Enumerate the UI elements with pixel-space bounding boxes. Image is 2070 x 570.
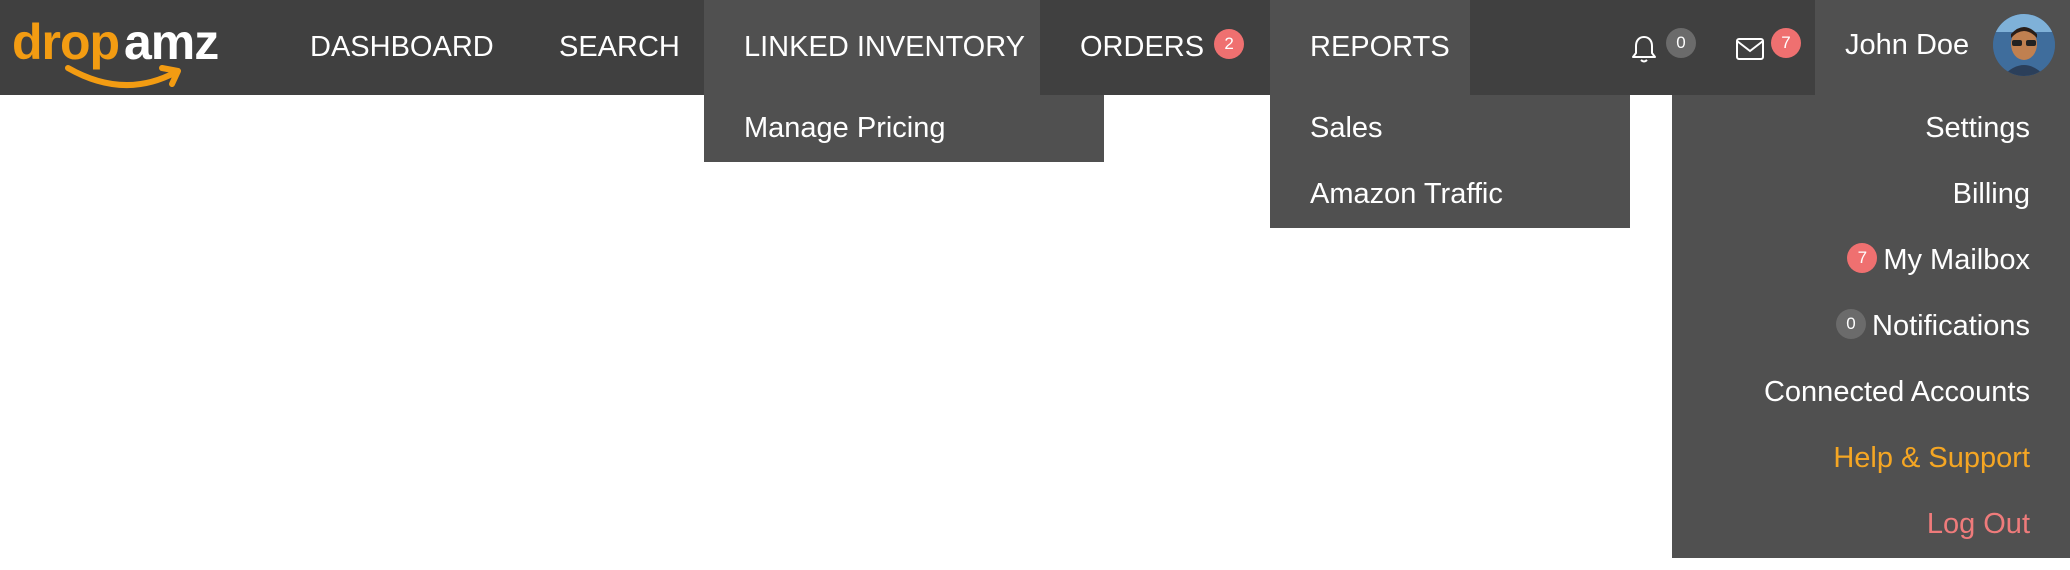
nav-orders[interactable]: ORDERS 2	[1040, 0, 1270, 95]
mailbox-count-badge: 7	[1771, 28, 1801, 58]
nav-search-label: SEARCH	[559, 31, 680, 63]
user-menu-toggle[interactable]: John Doe	[1815, 0, 2070, 95]
nav-orders-label: ORDERS	[1080, 31, 1205, 63]
orders-count-badge: 2	[1214, 29, 1245, 59]
menu-item-notifications[interactable]: 0 Notifications	[1672, 293, 2070, 359]
nav-reports[interactable]: REPORTS	[1270, 0, 1470, 95]
bell-icon	[1632, 36, 1656, 63]
nav-dashboard-label: DASHBOARD	[310, 31, 494, 63]
mailbox-menu-badge: 7	[1847, 243, 1878, 273]
notifications-button[interactable]: 0	[1620, 0, 1700, 95]
mailbox-button[interactable]: 7	[1725, 0, 1805, 95]
menu-item-manage-pricing[interactable]: Manage Pricing	[704, 95, 1104, 161]
logo-smile-arrow-icon	[65, 65, 181, 89]
nav-reports-label: REPORTS	[1310, 31, 1450, 63]
dropamz-logo[interactable]: drop amz	[12, 10, 222, 90]
nav-search[interactable]: SEARCH	[519, 0, 720, 95]
avatar	[1993, 14, 2055, 76]
notifications-count-badge: 0	[1666, 28, 1696, 58]
menu-item-settings[interactable]: Settings	[1672, 95, 2070, 161]
reports-dropdown: Sales Amazon Traffic	[1270, 95, 1630, 228]
menu-item-my-mailbox-label: My Mailbox	[1883, 244, 2030, 276]
envelope-icon	[1736, 38, 1764, 60]
nav-dashboard[interactable]: DASHBOARD	[270, 0, 534, 95]
menu-item-my-mailbox[interactable]: 7 My Mailbox	[1672, 227, 2070, 293]
top-navbar: drop amz DASHBOARD SEARCH LINKED INVENTO…	[0, 0, 2070, 95]
menu-item-billing[interactable]: Billing	[1672, 161, 2070, 227]
menu-item-connected-accounts[interactable]: Connected Accounts	[1672, 359, 2070, 425]
nav-linked-inventory[interactable]: LINKED INVENTORY	[704, 0, 1040, 95]
notifications-menu-badge: 0	[1836, 309, 1867, 339]
user-name: John Doe	[1845, 29, 1970, 61]
menu-item-sales[interactable]: Sales	[1270, 95, 1630, 161]
menu-item-notifications-label: Notifications	[1872, 310, 2030, 342]
menu-item-help-support[interactable]: Help & Support	[1672, 425, 2070, 491]
nav-linked-inventory-label: LINKED INVENTORY	[744, 31, 1025, 63]
menu-item-log-out[interactable]: Log Out	[1672, 491, 2070, 557]
menu-item-amazon-traffic[interactable]: Amazon Traffic	[1270, 161, 1630, 227]
linked-inventory-dropdown: Manage Pricing	[704, 95, 1104, 162]
user-dropdown: Settings Billing 7 My Mailbox 0 Notificati…	[1672, 95, 2070, 558]
